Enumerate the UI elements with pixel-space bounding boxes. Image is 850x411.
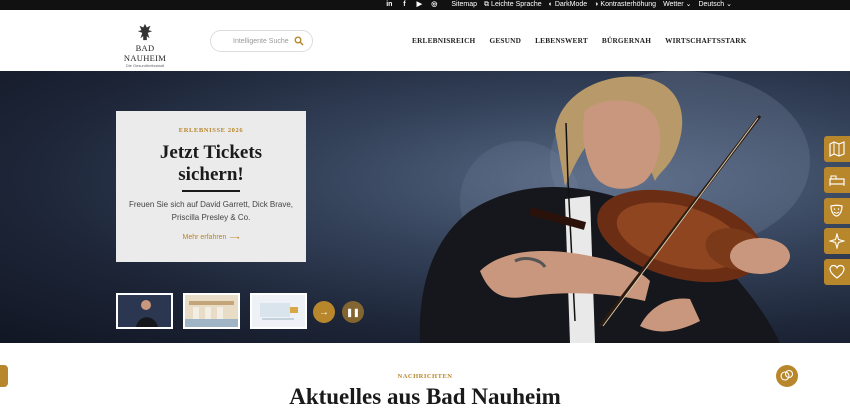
main-navigation: ERLEBNISREICH GESUND LEBENSWERT BÜRGERNA… <box>412 36 747 45</box>
search-icon[interactable] <box>294 36 304 46</box>
nav-erlebnisreich[interactable]: ERLEBNISREICH <box>412 36 475 45</box>
crest-icon <box>137 23 153 41</box>
slide-thumbnail-3[interactable] <box>250 293 307 329</box>
chat-bubbles-icon <box>780 369 794 381</box>
contrast-icon: ◑ <box>594 1 599 8</box>
linkedin-icon[interactable]: in <box>384 0 394 10</box>
logo-tagline: Die Gesundheitsstadt <box>125 63 165 68</box>
nav-buergernah[interactable]: BÜRGERNAH <box>602 36 651 45</box>
read-more-label: Mehr erfahren <box>182 234 227 241</box>
easy-language-link[interactable]: ⧉ Leichte Sprache <box>484 0 542 10</box>
next-slide-button[interactable]: → <box>313 301 335 323</box>
site-logo[interactable]: BAD NAUHEIM Die Gesundheitsstadt <box>114 23 176 68</box>
hero-slider: ERLEBNISSE 2026 Jetzt Tickets sichern! F… <box>0 71 850 343</box>
easy-language-label: Leichte Sprache <box>491 1 542 8</box>
darkmode-label: DarkMode <box>554 1 588 8</box>
side-leisure-button[interactable] <box>824 228 850 254</box>
teaser-title-line1: Jetzt Tickets <box>159 142 263 163</box>
language-dropdown[interactable]: Deutsch ⌄ <box>698 0 732 10</box>
contrast-toggle[interactable]: ◑ Kontrasterhöhung <box>594 0 656 10</box>
nav-wirtschaftsstark[interactable]: WIRTSCHAFTSSTARK <box>665 36 746 45</box>
bed-icon <box>829 175 845 186</box>
theater-masks-icon <box>830 204 843 217</box>
contrast-label: Kontrasterhöhung <box>600 1 657 8</box>
chevron-down-icon: ⌄ <box>726 1 732 8</box>
thumbnail-violinist-icon <box>118 295 171 327</box>
teaser-title: Jetzt Tickets sichern! <box>116 142 306 186</box>
teaser-text: Freuen Sie sich auf David Garrett, Dick … <box>128 199 294 222</box>
chevron-down-icon: ⌄ <box>685 1 692 8</box>
teaser-eyebrow: ERLEBNISSE 2026 <box>178 127 244 134</box>
slide-thumbnails <box>116 293 307 329</box>
news-heading: Aktuelles aus Bad Nauheim <box>289 384 561 409</box>
hero-teaser-card: ERLEBNISSE 2026 Jetzt Tickets sichern! F… <box>116 111 306 262</box>
heart-icon <box>829 264 845 279</box>
arrow-right-icon: ⟶ <box>229 234 240 242</box>
slide-thumbnail-1[interactable] <box>116 293 173 329</box>
read-more-link[interactable]: Mehr erfahren ⟶ <box>182 234 239 242</box>
side-accommodation-button[interactable] <box>824 167 850 193</box>
search-placeholder: Intelligente Suche <box>233 37 289 45</box>
side-map-button[interactable] <box>824 136 850 162</box>
teaser-title-line2: sichern! <box>178 164 244 185</box>
darkmode-icon: ◐ <box>548 1 553 8</box>
side-favorites-button[interactable] <box>824 259 850 285</box>
nav-gesund[interactable]: GESUND <box>489 36 521 45</box>
thumbnail-graphic-icon <box>252 295 305 327</box>
title-divider <box>182 190 240 192</box>
news-eyebrow: NACHRICHTEN <box>397 373 453 380</box>
site-header: BAD NAUHEIM Die Gesundheitsstadt Intelli… <box>0 10 850 71</box>
arrow-right-icon: → <box>319 306 329 318</box>
thumbnail-hall-icon <box>185 295 238 327</box>
sparkle-icon <box>829 233 845 249</box>
facebook-icon[interactable]: f <box>399 0 409 10</box>
sitemap-link[interactable]: Sitemap <box>451 0 477 10</box>
map-icon <box>829 141 845 157</box>
weather-dropdown[interactable]: Wetter ⌄ <box>663 0 691 10</box>
nav-lebenswert[interactable]: LEBENSWERT <box>535 36 588 45</box>
darkmode-toggle[interactable]: ◐ DarkMode <box>549 0 588 10</box>
logo-name: BAD NAUHEIM <box>123 43 167 63</box>
youtube-icon[interactable]: ▶ <box>414 0 424 10</box>
slide-thumbnail-2[interactable] <box>183 293 240 329</box>
side-culture-button[interactable] <box>824 198 850 224</box>
weather-label: Wetter <box>663 1 684 8</box>
utility-bar: in f ▶ ◎ Sitemap ⧉ Leichte Sprache ◐ DarkM… <box>0 0 850 10</box>
pause-slider-button[interactable]: ❚❚ <box>342 301 364 323</box>
search-input[interactable]: Intelligente Suche <box>210 30 313 52</box>
language-label: Deutsch <box>698 1 725 8</box>
instagram-icon[interactable]: ◎ <box>429 0 439 10</box>
chat-assistant-button[interactable] <box>776 365 798 387</box>
pause-icon: ❚❚ <box>346 307 360 317</box>
easy-language-icon: ⧉ <box>484 1 490 8</box>
